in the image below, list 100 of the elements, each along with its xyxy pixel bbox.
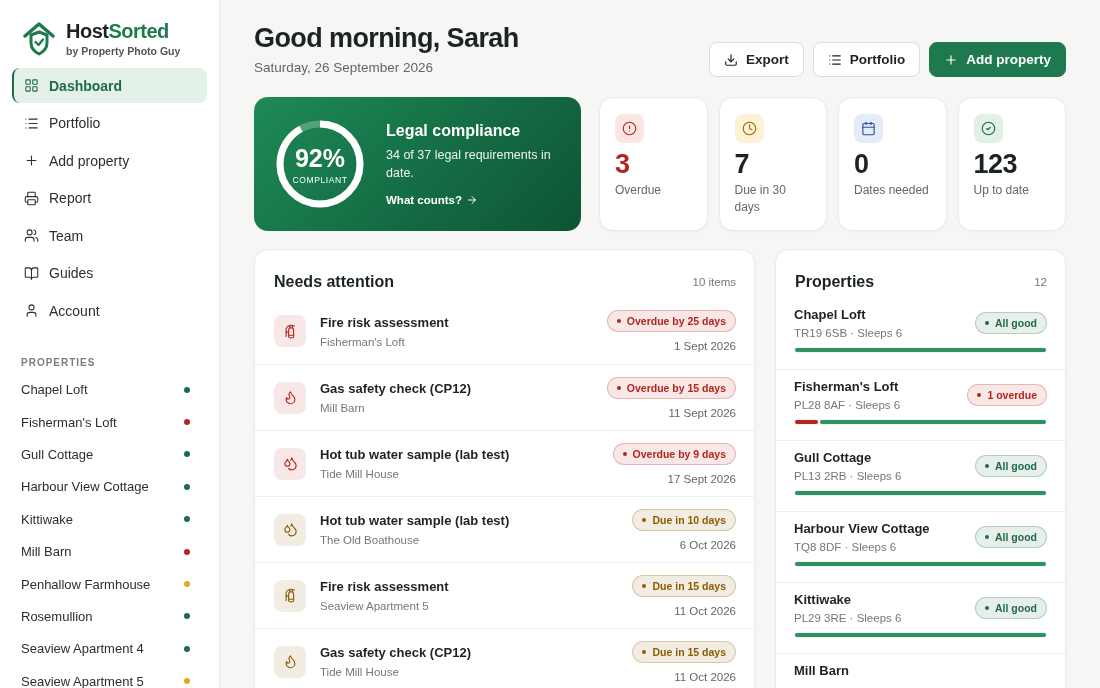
- clock-icon: [734, 114, 764, 143]
- list-icon: [24, 115, 39, 131]
- toolbar-button[interactable]: Portfolio: [812, 42, 921, 77]
- stat-label: Due in 30 days: [734, 182, 787, 216]
- task-property: The Old Boathouse: [320, 534, 421, 546]
- stat-label: Overdue: [615, 182, 663, 199]
- property-meta: PL28 8AF · Sleeps 6: [794, 399, 901, 411]
- download-icon: [723, 52, 738, 67]
- plus-icon: [944, 52, 959, 67]
- due-date: 17 Sept 2026: [667, 472, 736, 485]
- property-meta: PL13 2RB · Sleeps 6: [794, 470, 902, 482]
- property-link[interactable]: Mill Barn: [12, 535, 207, 568]
- date-text: Saturday, 26 September 2026: [254, 60, 435, 75]
- nav-item[interactable]: Portfolio: [12, 105, 207, 141]
- property-link[interactable]: Kittiwake: [12, 503, 207, 536]
- nav-item[interactable]: Report: [12, 180, 207, 216]
- due-date: 11 Oct 2026: [674, 670, 736, 683]
- flame-icon: [274, 381, 306, 414]
- card-text: 34 of 37 legal requirements in date.: [386, 147, 552, 182]
- stat-label: Up to date: [973, 182, 1030, 199]
- user-icon: [24, 303, 39, 318]
- compliance-caption: COMPLIANT: [292, 174, 348, 185]
- due-date: 11 Oct 2026: [674, 604, 736, 617]
- stat-value: 7: [734, 149, 751, 180]
- task-title[interactable]: Hot tub water sample (lab test): [320, 513, 619, 528]
- grid-icon: [24, 78, 39, 93]
- task-property: Mill Barn: [320, 402, 366, 414]
- task-title[interactable]: Gas safety check (CP12): [320, 381, 593, 396]
- alert-icon: [615, 114, 644, 143]
- nav-item[interactable]: Team: [12, 218, 207, 253]
- status-badge: All good: [975, 312, 1047, 334]
- property-link[interactable]: Seaview Apartment 5: [12, 665, 207, 688]
- property-link[interactable]: Chapel Loft: [12, 373, 207, 406]
- property-name[interactable]: Kittiwake: [794, 592, 902, 607]
- property-meta: TQ8 8DF · Sleeps 6: [794, 541, 898, 553]
- status-badge: All good: [975, 526, 1047, 548]
- stat-value: 123: [973, 149, 1019, 180]
- status-badge: Due in 15 days: [632, 640, 736, 663]
- stat-value: 3: [615, 149, 631, 180]
- property-link[interactable]: Harbour View Cottage: [12, 470, 207, 504]
- property-name[interactable]: Harbour View Cottage: [794, 521, 930, 536]
- property-link[interactable]: Rosemullion: [12, 600, 207, 633]
- nav-item[interactable]: Account: [12, 293, 207, 328]
- item-count: 10 items: [692, 275, 736, 288]
- droplets-icon: [274, 513, 306, 546]
- task-title[interactable]: Gas safety check (CP12): [320, 645, 619, 660]
- overdue-segment: [795, 420, 819, 424]
- property-link[interactable]: Fisherman's Loft: [12, 405, 207, 439]
- add-button[interactable]: Add property: [929, 42, 1066, 77]
- plus-icon: [24, 153, 39, 168]
- card-title: Legal compliance: [386, 122, 521, 140]
- nav-item[interactable]: Dashboard: [12, 68, 207, 103]
- logo-icon: [22, 20, 56, 57]
- nav-item[interactable]: Add property: [12, 143, 207, 178]
- flame-icon: [274, 645, 306, 678]
- status-badge: 1 overdue: [967, 384, 1047, 406]
- book-icon: [24, 265, 39, 281]
- users-icon: [24, 228, 39, 243]
- droplets-icon: [274, 447, 306, 480]
- extinguisher-icon: [274, 315, 306, 347]
- status-badge: Due in 10 days: [632, 508, 736, 531]
- printer-icon: [24, 190, 39, 206]
- property-name[interactable]: Fisherman's Loft: [794, 379, 901, 394]
- task-title[interactable]: Hot tub water sample (lab test): [320, 447, 599, 462]
- property-name[interactable]: Gull Cottage: [794, 450, 902, 465]
- status-badge: Overdue by 9 days: [612, 442, 736, 465]
- toolbar-button[interactable]: Export: [708, 42, 804, 77]
- property-name[interactable]: Mill Barn: [794, 663, 849, 678]
- extinguisher-icon: [274, 579, 306, 612]
- task-title[interactable]: Fire risk assessment: [320, 579, 619, 594]
- greeting-heading: Good morning, Sarah: [254, 23, 519, 54]
- task-title[interactable]: Fire risk assessment: [320, 314, 593, 330]
- property-link[interactable]: Penhallow Farmhouse: [12, 567, 207, 601]
- status-badge: Overdue by 25 days: [606, 310, 736, 332]
- property-link[interactable]: Gull Cottage: [12, 438, 207, 471]
- brand-tagline: by Property Photo Guy: [66, 45, 181, 57]
- section-heading: PROPERTIES: [20, 355, 97, 370]
- property-meta: TR19 6SB · Sleeps 6: [794, 327, 903, 339]
- due-date: 11 Sept 2026: [668, 406, 736, 419]
- panel-title: Properties: [795, 272, 875, 291]
- brand-name: HostSorted: [66, 20, 170, 43]
- calendar-icon: [854, 114, 883, 143]
- nav-item[interactable]: Guides: [12, 255, 207, 291]
- task-property: Tide Mill House: [320, 468, 400, 480]
- due-date: 1 Sept 2026: [673, 340, 736, 352]
- property-link[interactable]: Seaview Apartment 4: [12, 632, 207, 665]
- task-property: Fisherman's Loft: [320, 335, 406, 348]
- task-property: Tide Mill House: [320, 666, 400, 678]
- status-badge: Due in 15 days: [632, 574, 736, 597]
- panel-title: Needs attention: [274, 272, 394, 291]
- status-badge: All good: [975, 597, 1047, 619]
- info-link[interactable]: What counts?: [386, 194, 479, 206]
- property-meta: PL29 3RE · Sleeps 6: [794, 612, 902, 624]
- arrow-icon: [466, 194, 479, 206]
- list-icon: [827, 52, 842, 67]
- item-count: 12: [1034, 275, 1047, 288]
- property-name[interactable]: Chapel Loft: [794, 307, 903, 322]
- stat-label: Dates needed: [854, 182, 930, 199]
- stat-value: 0: [854, 149, 870, 180]
- compliance-percent: 92%: [294, 143, 345, 173]
